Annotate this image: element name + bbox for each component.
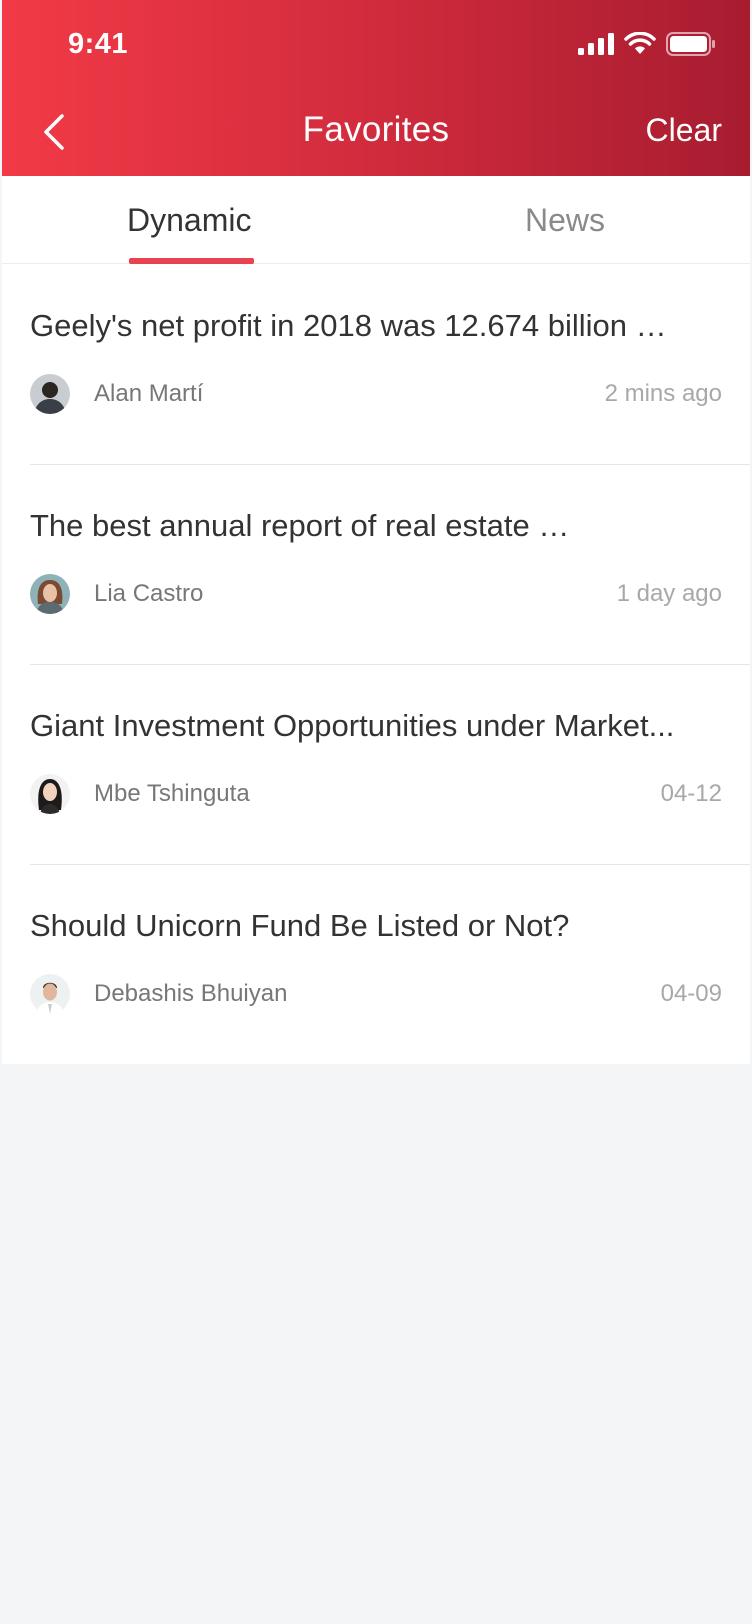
tab-news[interactable]: News <box>525 202 605 239</box>
item-time: 2 mins ago <box>604 380 722 407</box>
avatar <box>30 774 70 814</box>
item-time: 04-12 <box>660 780 722 807</box>
item-time: 1 day ago <box>616 580 722 607</box>
item-title: Geely's net profit in 2018 was 12.674 bi… <box>30 308 667 343</box>
list-item[interactable]: The best annual report of real estate … … <box>2 464 750 664</box>
avatar <box>30 574 70 614</box>
tab-bar: Dynamic News <box>2 176 750 264</box>
list-item[interactable]: Geely's net profit in 2018 was 12.674 bi… <box>2 264 750 464</box>
clear-button[interactable]: Clear <box>646 112 722 149</box>
item-time: 04-09 <box>660 980 722 1007</box>
item-author: Alan Martí <box>94 380 204 407</box>
avatar <box>30 374 70 414</box>
tab-dynamic[interactable]: Dynamic <box>127 202 251 239</box>
app-header: 9:41 Favorites Clear <box>2 0 750 176</box>
wifi-icon <box>624 32 656 54</box>
item-title: Should Unicorn Fund Be Listed or Not? <box>30 908 570 943</box>
item-author: Debashis Bhuiyan <box>94 980 288 1007</box>
item-author: Mbe Tshinguta <box>94 780 250 807</box>
page-title: Favorites <box>302 110 450 149</box>
item-title: Giant Investment Opportunities under Mar… <box>30 708 675 743</box>
signal-icon <box>578 33 614 55</box>
status-icons <box>578 32 716 56</box>
item-title: The best annual report of real estate … <box>30 508 570 543</box>
status-time: 9:41 <box>68 28 129 60</box>
list-item[interactable]: Should Unicorn Fund Be Listed or Not? De… <box>2 864 750 1064</box>
favorites-list: Geely's net profit in 2018 was 12.674 bi… <box>2 264 750 1064</box>
list-item[interactable]: Giant Investment Opportunities under Mar… <box>2 664 750 864</box>
battery-icon <box>666 32 715 56</box>
avatar <box>30 974 70 1014</box>
item-author: Lia Castro <box>94 580 204 607</box>
